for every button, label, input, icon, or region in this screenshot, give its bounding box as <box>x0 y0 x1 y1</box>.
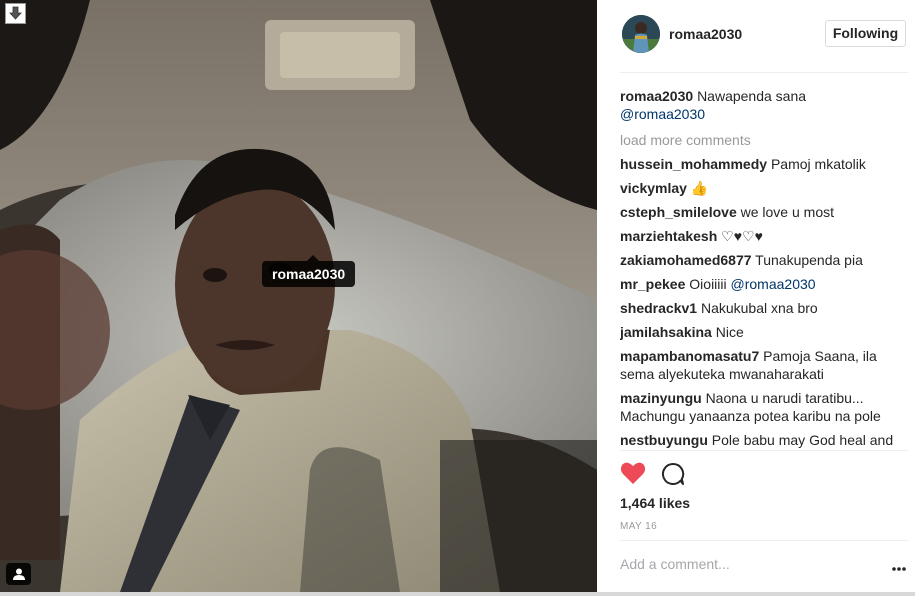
comments-list: romaa2030 Nawapenda sana @romaa2030 load… <box>620 87 910 449</box>
comment-item: mr_pekee Oioiiiii @romaa2030 <box>620 275 910 293</box>
comment-username[interactable]: shedrackv1 <box>620 300 697 316</box>
caption-mention[interactable]: @romaa2030 <box>620 106 705 122</box>
comment-item: mapambanomasatu7 Pamoja Saana, ila sema … <box>620 347 910 383</box>
comment-item: mazinyungu Naona u narudi taratibu... Ma… <box>620 389 910 425</box>
post-photo[interactable] <box>0 0 597 592</box>
comment-username[interactable]: csteph_smilelove <box>620 204 737 220</box>
selfie-image <box>0 0 597 592</box>
load-more-comments-link[interactable]: load more comments <box>620 131 910 149</box>
comment-item: nestbuyungu Pole babu may God heal and <box>620 431 910 449</box>
author-username[interactable]: romaa2030 <box>669 26 742 42</box>
comment-text: Pamoj mkatolik <box>770 156 866 172</box>
comment-item: csteph_smilelove we love u most <box>620 203 910 221</box>
caption-text: Nawapenda sana <box>697 88 807 104</box>
comment-item: jamilahsakina Nice <box>620 323 910 341</box>
more-options-button[interactable] <box>891 560 907 571</box>
ellipsis-icon <box>892 567 906 571</box>
person-icon <box>12 568 25 580</box>
author-avatar[interactable] <box>622 15 660 53</box>
speech-bubble-icon <box>662 462 685 485</box>
heart-icon <box>620 462 646 484</box>
following-button[interactable]: Following <box>825 20 906 47</box>
comment-username[interactable]: mapambanomasatu7 <box>620 348 759 364</box>
comment-text: ♡♥♡♥ <box>721 228 763 244</box>
comment-username[interactable]: vickymlay <box>620 180 687 196</box>
post-date[interactable]: MAY 16 <box>620 521 657 532</box>
download-button[interactable] <box>5 3 26 24</box>
comment-item: hussein_mohammedy Pamoj mkatolik <box>620 155 910 173</box>
post-header: romaa2030 Following <box>597 0 915 72</box>
likes-count[interactable]: 1,464 likes <box>620 495 690 511</box>
like-button[interactable] <box>620 461 646 485</box>
comment-item: marziehtakesh ♡♥♡♥ <box>620 227 910 245</box>
comment-text: 👍 <box>690 180 709 196</box>
header-divider <box>620 72 908 73</box>
actions-divider <box>620 450 908 451</box>
comment-item: zakiamohamed6877 Tunakupenda pia <box>620 251 910 269</box>
comment-item: vickymlay 👍 <box>620 179 910 197</box>
post-details-panel: romaa2030 Following romaa2030 Nawapenda … <box>597 0 915 592</box>
tagged-users-button[interactable] <box>6 563 31 585</box>
comment-text: Tunakupenda pia <box>755 252 863 268</box>
comment-text: Nakukubal xna bro <box>700 300 818 316</box>
comment-text: Oioiiiii @romaa2030 <box>689 276 816 292</box>
comment-text: Nice <box>715 324 744 340</box>
add-comment-divider <box>620 540 908 541</box>
comment-username[interactable]: mr_pekee <box>620 276 685 292</box>
avatar-image <box>622 15 660 53</box>
add-comment-input[interactable] <box>620 556 860 572</box>
comment-text: Pole babu may God heal and <box>711 432 894 448</box>
comment-item: shedrackv1 Nakukubal xna bro <box>620 299 910 317</box>
comment-username[interactable]: mazinyungu <box>620 390 702 406</box>
comment-text: we love u most <box>740 204 834 220</box>
post-caption: romaa2030 Nawapenda sana @romaa2030 <box>620 87 910 123</box>
comment-username[interactable]: nestbuyungu <box>620 432 708 448</box>
comment-username[interactable]: marziehtakesh <box>620 228 717 244</box>
comment-username[interactable]: hussein_mohammedy <box>620 156 767 172</box>
caption-username[interactable]: romaa2030 <box>620 88 693 104</box>
comment-username[interactable]: jamilahsakina <box>620 324 712 340</box>
photo-user-tag[interactable]: romaa2030 <box>262 255 356 287</box>
download-arrow-icon <box>9 6 22 20</box>
comment-button[interactable] <box>661 462 685 486</box>
comment-mention[interactable]: @romaa2030 <box>731 276 816 292</box>
browser-bottom-edge <box>0 592 915 596</box>
comment-username[interactable]: zakiamohamed6877 <box>620 252 752 268</box>
